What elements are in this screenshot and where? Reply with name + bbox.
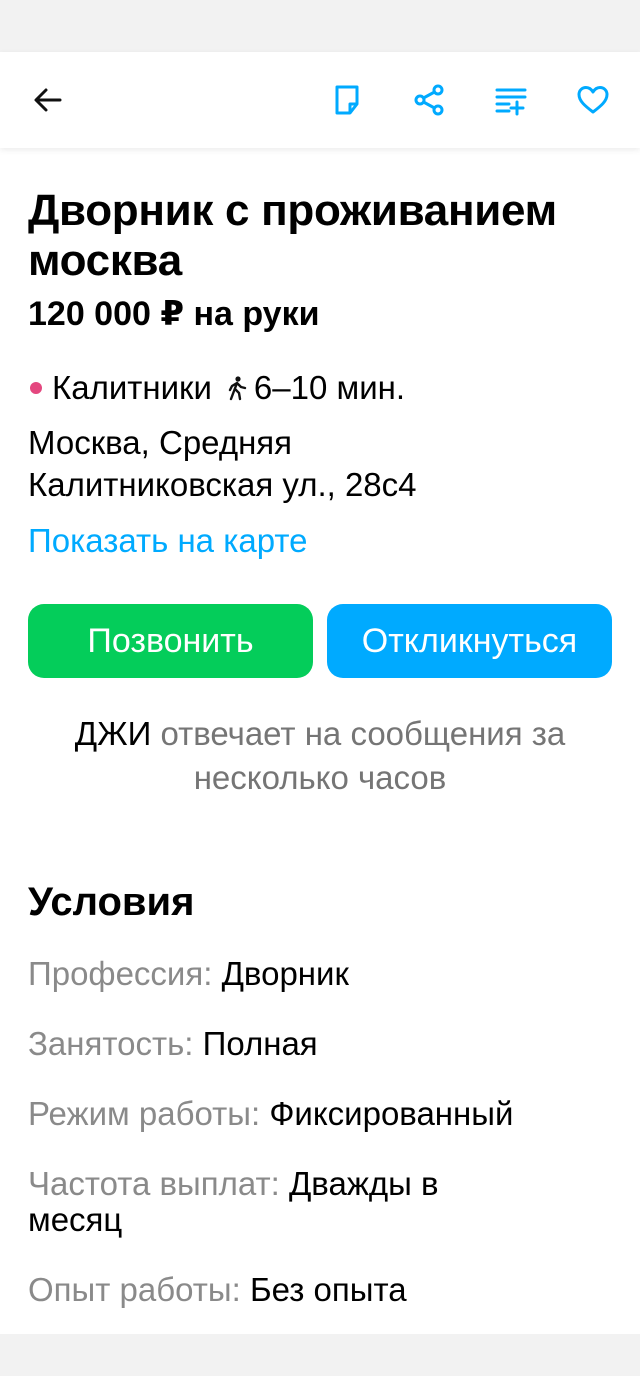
heart-icon xyxy=(577,86,609,114)
favorite-button[interactable] xyxy=(569,76,617,124)
action-buttons: Позвонить Откликнуться xyxy=(28,604,612,678)
respond-button[interactable]: Откликнуться xyxy=(327,604,612,678)
note-button[interactable] xyxy=(323,76,371,124)
share-button[interactable] xyxy=(405,76,453,124)
metro-line-dot xyxy=(30,382,42,394)
metro-walk-time: 6–10 мин. xyxy=(253,369,406,406)
walking-icon xyxy=(228,376,247,401)
condition-profession: Профессия: Дворник xyxy=(28,956,612,992)
employer-name: ДЖИ xyxy=(74,715,152,752)
call-button[interactable]: Позвонить xyxy=(28,604,313,678)
vacancy-content: Дворник с проживанием москва 120 000 ₽ н… xyxy=(0,148,640,1334)
condition-label: Частота выплат: xyxy=(28,1165,280,1202)
vacancy-title: Дворник с проживанием москва xyxy=(28,186,557,285)
condition-schedule: Режим работы: Фиксированный xyxy=(28,1096,612,1132)
condition-value: Дворник xyxy=(221,955,349,992)
condition-label: Профессия: xyxy=(28,955,213,992)
condition-employment: Занятость: Полная xyxy=(28,1026,612,1062)
compare-button[interactable] xyxy=(487,76,535,124)
condition-label: Режим работы: xyxy=(28,1095,261,1132)
vacancy-page: Дворник с проживанием москва 120 000 ₽ н… xyxy=(0,0,640,1376)
condition-label: Опыт работы: xyxy=(28,1271,241,1308)
reply-time-text: отвечает на сообщения за несколько часов xyxy=(151,715,566,796)
share-icon xyxy=(414,84,444,116)
vacancy-address: Москва, Средняя Калитниковская ул., 28с4 xyxy=(28,424,417,503)
condition-value: Полная xyxy=(202,1025,318,1062)
vacancy-salary: 120 000 ₽ на руки xyxy=(28,295,320,333)
note-icon xyxy=(335,85,359,115)
employer-reply-note: ДЖИ отвечает на сообщения за несколько ч… xyxy=(28,712,612,800)
metro-info: Калитники 6–10 мин. xyxy=(28,368,612,408)
condition-label: Занятость: xyxy=(28,1025,194,1062)
compare-list-icon xyxy=(495,88,527,116)
condition-value: Без опыта xyxy=(249,1271,407,1308)
top-app-bar xyxy=(0,52,640,148)
conditions-list: Профессия: Дворник Занятость: Полная Реж… xyxy=(28,956,612,1308)
show-on-map-link[interactable]: Показать на карте xyxy=(28,520,307,562)
conditions-title: Условия xyxy=(28,880,195,924)
condition-experience: Опыт работы: Без опыта xyxy=(28,1272,612,1308)
condition-payment-frequency: Частота выплат: Дважды в месяц xyxy=(28,1166,498,1238)
arrow-left-icon xyxy=(34,88,62,112)
metro-station: Калитники xyxy=(52,369,212,406)
condition-value: Фиксированный xyxy=(269,1095,514,1132)
back-button[interactable] xyxy=(24,76,72,124)
